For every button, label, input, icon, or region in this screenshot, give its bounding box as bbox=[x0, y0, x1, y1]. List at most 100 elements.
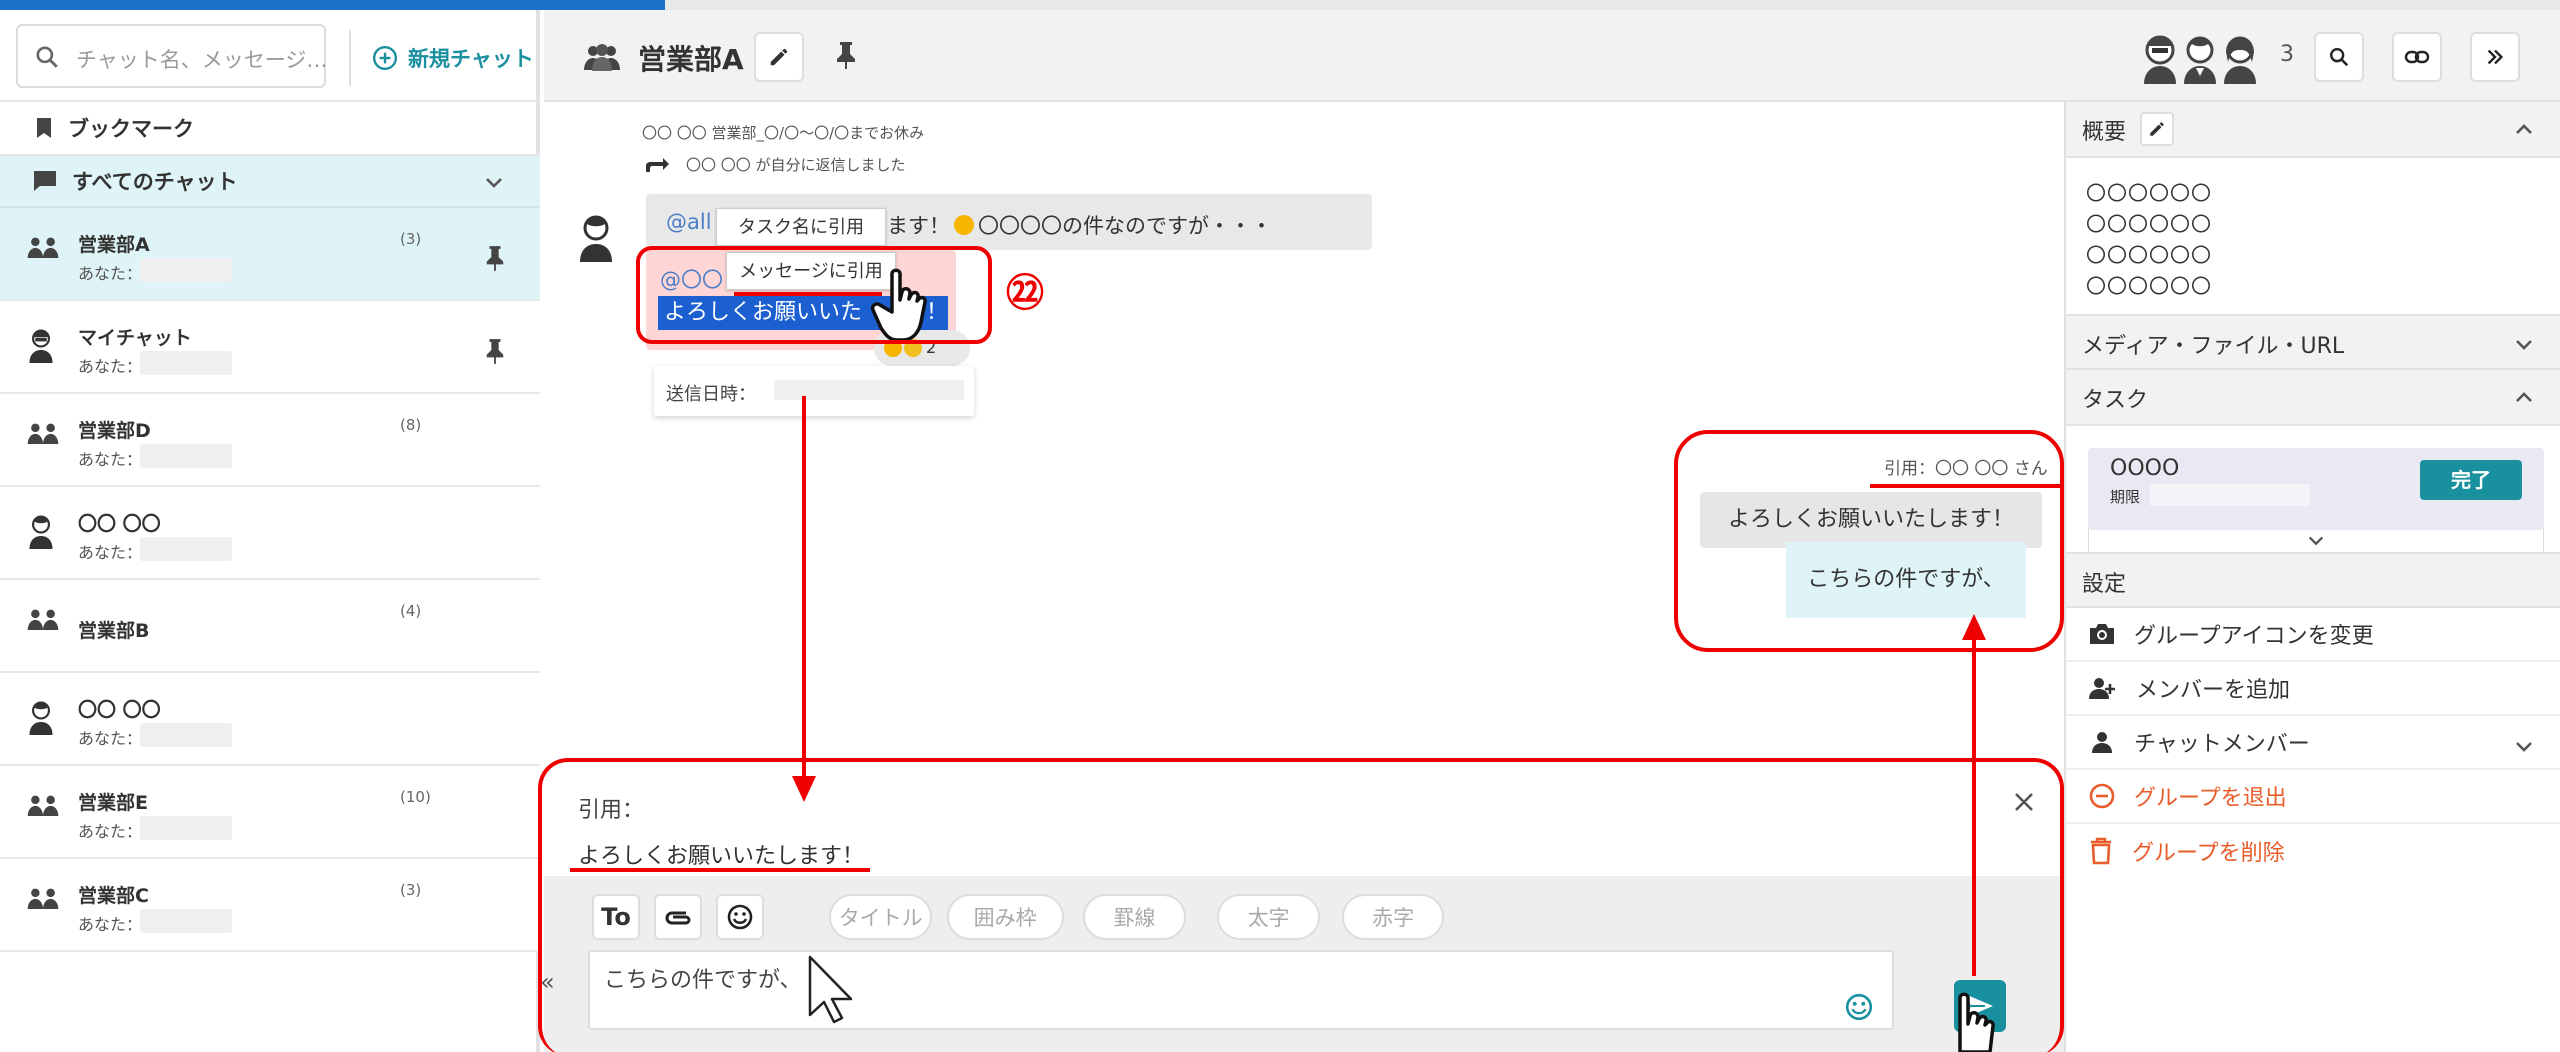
chat-last-message bbox=[140, 444, 232, 468]
group-icon bbox=[26, 885, 60, 911]
chat-list-item[interactable]: 営業部C あなた： (3) bbox=[0, 859, 540, 952]
edit-overview-button[interactable] bbox=[2140, 112, 2174, 146]
chat-bubble-icon bbox=[34, 171, 56, 191]
search-input[interactable]: チャット名、メッセージ… bbox=[16, 24, 327, 88]
overview-line: 〇〇〇〇〇〇 bbox=[2086, 212, 2212, 236]
edit-room-button[interactable] bbox=[754, 32, 804, 82]
chat-last-sender: あなた：: bbox=[78, 543, 148, 562]
all-chats-label: すべてのチャット bbox=[72, 170, 238, 194]
overview-text: 〇〇〇〇〇〇 〇〇〇〇〇〇 〇〇〇〇〇〇 〇〇〇〇〇〇 bbox=[2086, 178, 2212, 302]
top-strip bbox=[0, 0, 2560, 10]
woman-avatar-icon bbox=[26, 699, 56, 735]
pin-icon[interactable] bbox=[484, 337, 506, 365]
sent-time-label: 送信日時： bbox=[666, 384, 756, 405]
delete-group-button[interactable]: グループを削除 bbox=[2066, 824, 2560, 878]
highlight-quote-underline bbox=[570, 868, 870, 872]
settings-label: 設定 bbox=[2082, 572, 2127, 597]
leave-group-button[interactable]: グループを退出 bbox=[2066, 770, 2560, 824]
divider bbox=[349, 30, 351, 86]
overview-label: 概要 bbox=[2082, 120, 2127, 145]
change-icon-button[interactable]: グループアイコンを変更 bbox=[2066, 608, 2560, 662]
chat-list-item[interactable]: 〇〇 〇〇 あなた：: bbox=[0, 487, 540, 580]
chat-header: 営業部A 3 bbox=[544, 10, 2560, 102]
chat-members-label: チャットメンバー bbox=[2134, 732, 2310, 757]
new-chat-button[interactable]: 新規チャット bbox=[372, 38, 534, 78]
step-number-badge: ㉒ bbox=[1006, 271, 1045, 315]
chat-list-item[interactable]: 営業部A あなた： (3) bbox=[0, 208, 540, 301]
chat-list-item[interactable]: 〇〇 〇〇 あなた： bbox=[0, 673, 540, 766]
overview-line: 〇〇〇〇〇〇 bbox=[2086, 181, 2212, 205]
link-button[interactable] bbox=[2392, 32, 2442, 82]
chat-last-sender: あなた： bbox=[78, 915, 143, 934]
chevron-down-icon bbox=[2308, 536, 2324, 545]
group-icon bbox=[26, 420, 60, 446]
pin-icon[interactable] bbox=[834, 40, 858, 70]
chat-last-message bbox=[140, 816, 232, 840]
top-strip-highlight bbox=[0, 0, 665, 10]
group-icon bbox=[26, 792, 60, 818]
task-expand-button[interactable] bbox=[2088, 528, 2544, 554]
chevron-up-icon bbox=[2516, 124, 2532, 134]
man-avatar-icon bbox=[26, 327, 56, 363]
pencil-icon bbox=[2150, 122, 2164, 136]
chevron-up-icon bbox=[2516, 392, 2532, 402]
task-card[interactable]: OOOO 期限 完了 bbox=[2088, 448, 2544, 530]
complete-task-button[interactable]: 完了 bbox=[2420, 460, 2522, 500]
highlight-quote-header-underline bbox=[1870, 484, 2064, 488]
chat-last-sender: あなた： bbox=[78, 822, 143, 841]
arrow-head-up bbox=[1962, 614, 1986, 640]
bookmark-item[interactable]: ブックマーク bbox=[0, 102, 540, 156]
double-chevron-right-icon bbox=[2487, 49, 2504, 65]
member-avatars-icon[interactable] bbox=[2138, 26, 2268, 86]
chat-list-item[interactable]: 営業部E あなた： (10) bbox=[0, 766, 540, 859]
add-member-label: メンバーを追加 bbox=[2136, 678, 2291, 703]
task-deadline-label: 期限 bbox=[2110, 488, 2141, 506]
quote-to-task-menu-item[interactable]: タスク名に引用 bbox=[716, 208, 886, 246]
trash-icon bbox=[2091, 837, 2111, 865]
all-chats-toggle[interactable]: すべてのチャット bbox=[0, 156, 540, 208]
chat-name: 営業部C bbox=[78, 885, 149, 907]
unread-count: (10) bbox=[400, 788, 431, 806]
chat-last-message bbox=[140, 351, 232, 375]
reply-notice-text: 〇〇 〇〇 が自分に返信しました bbox=[686, 156, 906, 174]
chat-last-sender: あなた： bbox=[78, 264, 143, 283]
collapse-panel-button[interactable] bbox=[2470, 32, 2520, 82]
chat-name: 営業部B bbox=[78, 620, 150, 642]
chat-name: マイチャット bbox=[78, 327, 192, 349]
chevron-down-icon bbox=[486, 178, 502, 188]
chat-members-toggle[interactable]: チャットメンバー bbox=[2066, 716, 2560, 770]
chat-list: 営業部A あなた： (3) マイチャット あなた：: 営業部D あなた：: (8) 〇〇 〇〇あ… bbox=[0, 208, 540, 952]
chat-last-message bbox=[140, 909, 232, 933]
pin-icon[interactable] bbox=[484, 244, 506, 272]
settings-section-header: 設定 bbox=[2066, 552, 2560, 608]
link-icon bbox=[2404, 50, 2430, 64]
chat-list-item[interactable]: 営業部D あなた：: (8) bbox=[0, 394, 540, 487]
group-icon bbox=[584, 44, 620, 71]
chat-list-item[interactable]: 営業部B (4) bbox=[0, 580, 540, 673]
chat-last-sender: あなた：: bbox=[78, 450, 148, 469]
overview-section-header[interactable]: 概要 bbox=[2066, 102, 2560, 158]
right-panel: 概要 〇〇〇〇〇〇 〇〇〇〇〇〇 〇〇〇〇〇〇 〇〇〇〇〇〇 メディア・ファイル・UR… bbox=[2064, 102, 2560, 1052]
task-section-header[interactable]: タスク bbox=[2066, 370, 2560, 426]
overview-line: 〇〇〇〇〇〇 bbox=[2086, 274, 2212, 298]
highlight-sent-message bbox=[1674, 430, 2064, 652]
woman-avatar-icon bbox=[26, 513, 56, 549]
member-count: 3 bbox=[2280, 42, 2294, 67]
pencil-icon bbox=[770, 48, 788, 66]
task-title: OOOO bbox=[2110, 456, 2180, 481]
reply-arrow-icon bbox=[646, 157, 669, 172]
add-member-button[interactable]: メンバーを追加 bbox=[2066, 662, 2560, 716]
mention-all: @all bbox=[666, 210, 712, 234]
highlight-underline bbox=[734, 292, 882, 296]
status-line: 〇〇 〇〇 営業部_〇/〇～〇/〇までお休み bbox=[642, 124, 925, 142]
grin-emoji-icon bbox=[954, 215, 974, 235]
group-icon bbox=[26, 234, 60, 260]
search-row: チャット名、メッセージ… 新規チャット bbox=[0, 10, 540, 102]
search-chat-button[interactable] bbox=[2314, 32, 2364, 82]
chat-list-item[interactable]: マイチャット あなた：: bbox=[0, 301, 540, 394]
media-label: メディア・ファイル・URL bbox=[2082, 334, 2345, 359]
chat-last-message bbox=[140, 258, 232, 282]
message-text: します！ 〇〇〇〇の件なのですが・・・ bbox=[866, 210, 1272, 240]
media-section-header[interactable]: メディア・ファイル・URL bbox=[2066, 314, 2560, 370]
unread-count: (8) bbox=[400, 416, 422, 434]
